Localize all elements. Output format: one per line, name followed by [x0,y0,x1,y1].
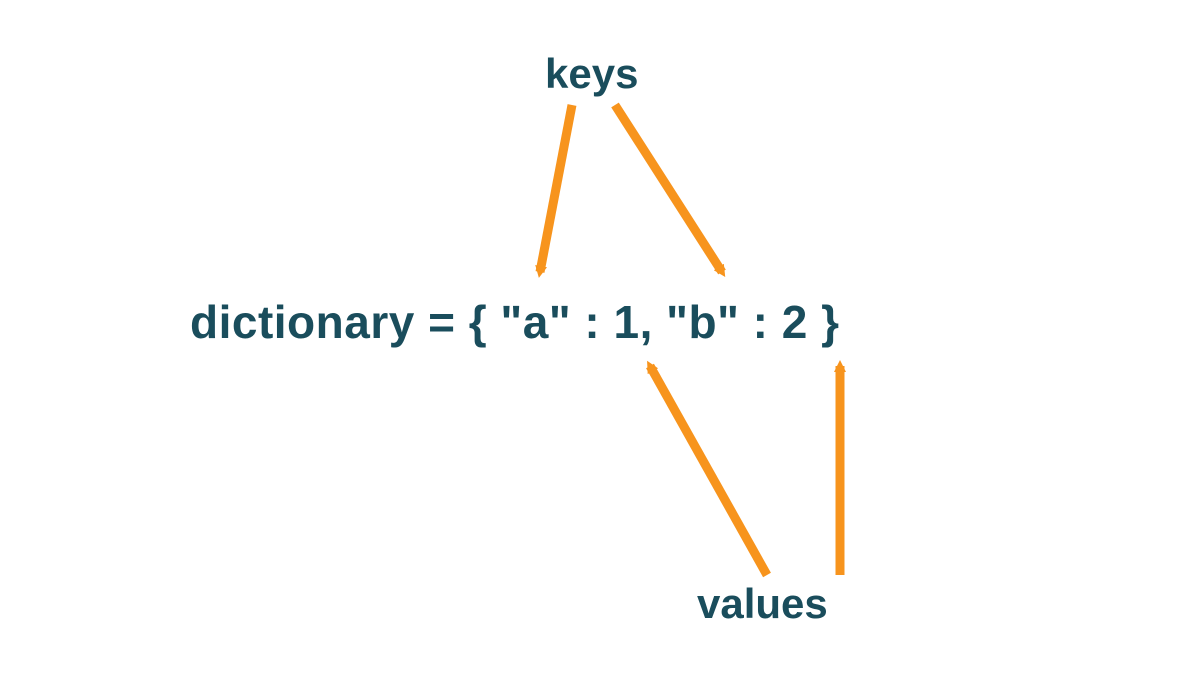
values-label: values [697,580,828,628]
arrow-keys-to-b [615,105,722,272]
keys-label: keys [545,50,638,98]
arrow-values-to-1 [650,366,767,575]
dictionary-code: dictionary = { "a" : 1, "b" : 2 } [190,295,840,349]
arrow-keys-to-a [540,105,572,272]
